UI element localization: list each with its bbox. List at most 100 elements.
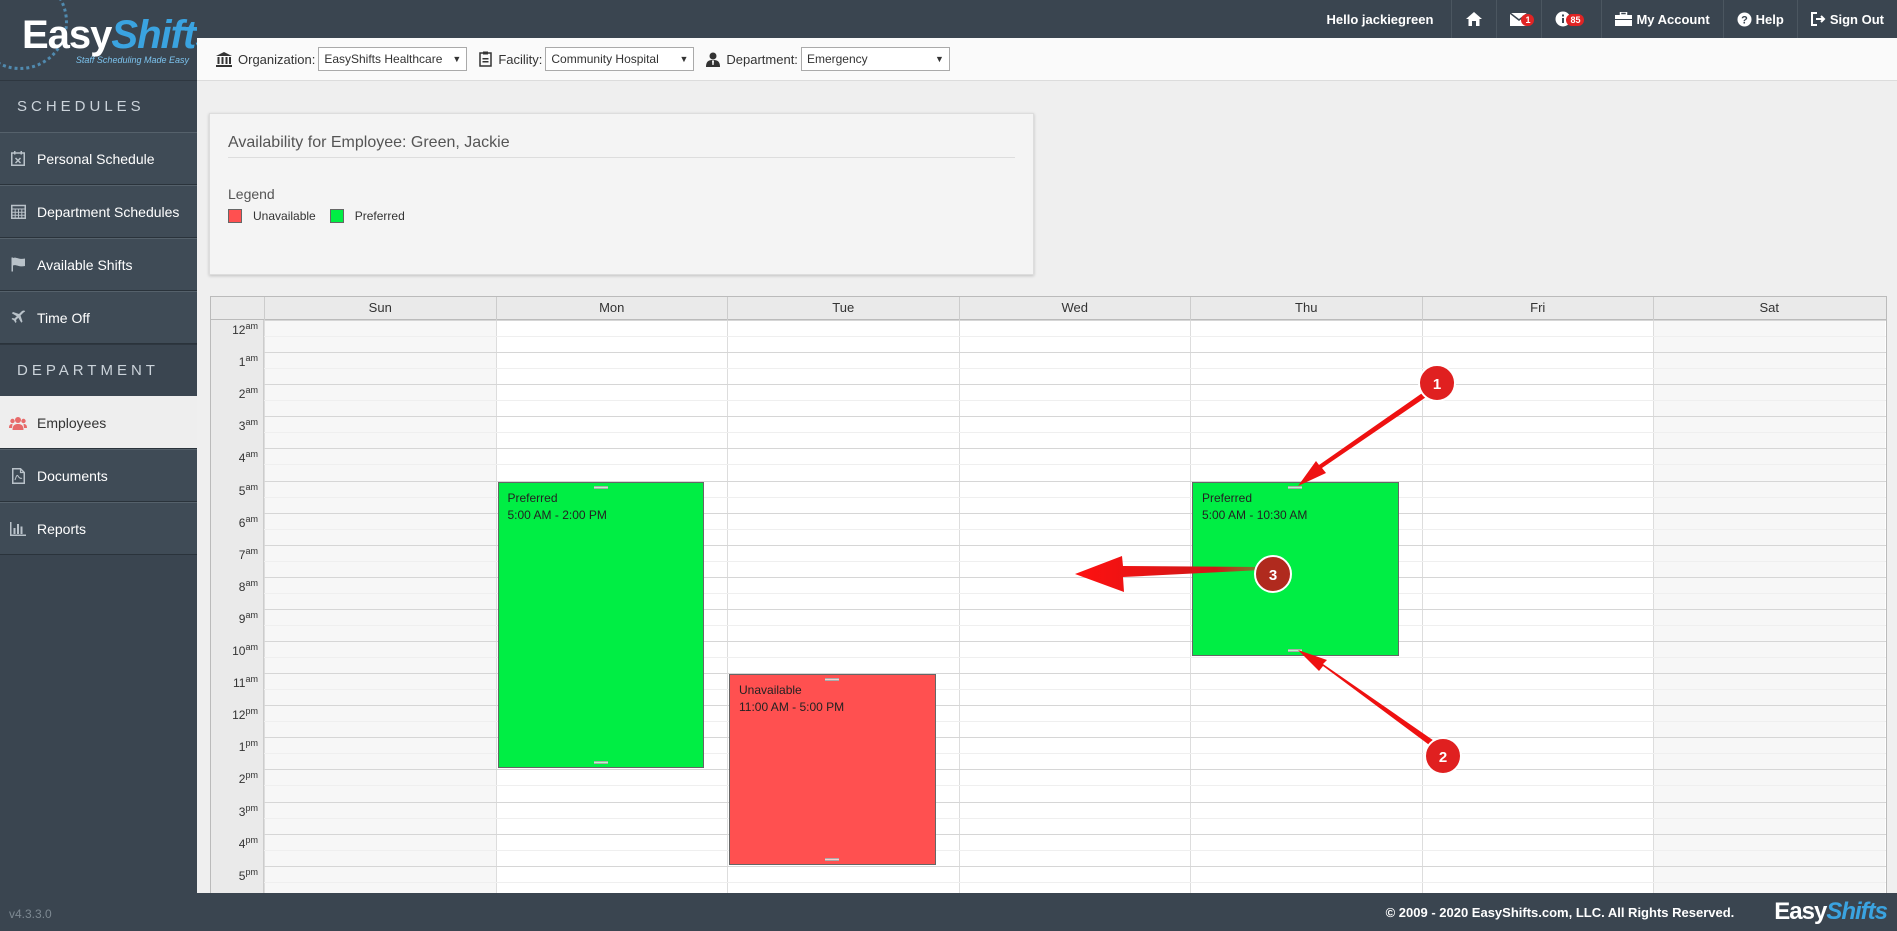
day-header-wed: Wed xyxy=(958,297,1191,320)
brand-logo[interactable]: EasyShifts Staff Scheduling Made Easy xyxy=(0,0,197,80)
organization-label: Organization: xyxy=(238,51,316,67)
help-link[interactable]: ? Help xyxy=(1722,0,1797,38)
sign-out-link[interactable]: Sign Out xyxy=(1796,0,1897,38)
day-column-sat[interactable] xyxy=(1653,320,1885,895)
resize-handle-top[interactable] xyxy=(593,485,608,489)
sidebar-item-employees[interactable]: Employees xyxy=(0,396,197,449)
users-icon xyxy=(8,413,28,433)
resize-handle-bottom[interactable] xyxy=(1288,649,1303,653)
organization-select[interactable]: EasyShifts Healthcare ▼ xyxy=(318,47,468,71)
half-hour-gridline xyxy=(264,464,1886,466)
day-header-sun: Sun xyxy=(264,297,496,320)
messages-button[interactable]: 1 xyxy=(1496,0,1541,38)
user-tie-icon xyxy=(706,52,721,67)
hour-number: 11 xyxy=(233,676,246,691)
sidebar-item-available-shifts[interactable]: Available Shifts xyxy=(0,238,197,291)
mail-badge: 1 xyxy=(1521,14,1535,26)
hour-period: pm xyxy=(245,738,258,749)
hour-period: am xyxy=(245,417,258,428)
hour-period: pm xyxy=(245,834,258,845)
half-hour-gridline xyxy=(264,432,1886,434)
department-filter: Department: Emergency ▼ xyxy=(706,47,950,71)
plane-icon xyxy=(8,308,28,328)
department-select[interactable]: Emergency ▼ xyxy=(800,47,950,71)
day-column-sun[interactable] xyxy=(264,320,496,895)
institution-icon xyxy=(216,51,232,67)
sidebar-item-time-off[interactable]: Time Off xyxy=(0,291,197,344)
hour-label: 8am xyxy=(239,578,258,594)
day-header-thu: Thu xyxy=(1190,297,1422,320)
day-column-fri[interactable] xyxy=(1421,320,1654,895)
legend-label: Preferred xyxy=(354,209,405,223)
hour-label: 6am xyxy=(239,514,258,530)
my-account-label: My Account xyxy=(1636,11,1710,27)
panel-title: Availability for Employee: Green, Jackie xyxy=(228,134,1015,158)
footer-logo-shifts: Shifts xyxy=(1826,898,1888,925)
hour-gridline xyxy=(264,320,1886,321)
sidebar-item-label: Available Shifts xyxy=(37,256,133,273)
resize-handle-bottom[interactable] xyxy=(825,857,840,861)
resize-handle-top[interactable] xyxy=(825,678,840,682)
hour-gridline xyxy=(264,801,1886,803)
hour-label: 12am xyxy=(232,321,258,337)
sidebar-item-label: Reports xyxy=(37,520,87,537)
hour-gridline xyxy=(264,865,1886,867)
my-account-link[interactable]: My Account xyxy=(1601,0,1722,38)
resize-handle-top[interactable] xyxy=(1288,485,1303,489)
hour-period: am xyxy=(245,385,258,396)
half-hour-gridline xyxy=(264,881,1886,883)
notifications-button[interactable]: 85 xyxy=(1541,0,1601,38)
hour-label: 12pm xyxy=(232,706,258,722)
home-icon xyxy=(1466,12,1483,26)
hour-period: am xyxy=(245,481,258,492)
sign-out-label: Sign Out xyxy=(1829,11,1884,27)
availability-event-preferred[interactable]: Preferred 5:00 AM - 10:30 AM xyxy=(1192,481,1399,657)
hour-period: am xyxy=(245,353,258,364)
sidebar-section-title: SCHEDULES xyxy=(0,80,197,132)
sidebar-item-reports[interactable]: Reports xyxy=(0,502,197,555)
question-icon: ? xyxy=(1737,12,1752,26)
sidebar-nav: SCHEDULES Personal Schedule Department Sch… xyxy=(0,80,197,555)
hour-label: 11am xyxy=(233,674,258,690)
svg-text:?: ? xyxy=(1741,14,1748,26)
legend-label: Unavailable xyxy=(253,209,316,223)
chevron-down-icon: ▼ xyxy=(452,54,462,64)
legend-title: Legend xyxy=(228,186,275,202)
logo-shifts: Shifts xyxy=(111,13,197,57)
hour-gridline xyxy=(264,384,1886,386)
sidebar-item-documents[interactable]: Documents xyxy=(0,449,197,502)
hour-label: 4pm xyxy=(239,835,258,851)
hour-label: 2pm xyxy=(239,770,258,786)
department-value: Emergency xyxy=(806,52,868,66)
hour-period: am xyxy=(245,545,258,556)
help-label: Help xyxy=(1755,11,1784,27)
half-hour-gridline xyxy=(264,400,1886,402)
availability-event-unavailable[interactable]: Unavailable 11:00 AM - 5:00 PM xyxy=(729,674,936,865)
footer-logo[interactable]: EasyShifts xyxy=(1774,898,1888,926)
home-button[interactable] xyxy=(1451,0,1496,38)
sidebar-item-personal-schedule[interactable]: Personal Schedule xyxy=(0,132,197,185)
hour-label: 5am xyxy=(239,482,258,498)
logo-wordmark: EasyShifts xyxy=(22,15,197,55)
sidebar-item-label: Personal Schedule xyxy=(37,150,155,167)
availability-event-preferred[interactable]: Preferred 5:00 AM - 2:00 PM xyxy=(497,481,704,769)
sidebar-item-label: Employees xyxy=(37,414,107,431)
hour-label: 4am xyxy=(239,449,258,465)
time-gutter: 12am 1am 2am 3am 4am 5am 6am 7am 8am 9am 10am 11am 1… xyxy=(211,320,264,895)
half-hour-gridline xyxy=(264,368,1886,370)
hour-period: pm xyxy=(245,866,258,877)
day-column-wed[interactable] xyxy=(958,320,1191,895)
hour-label: 2am xyxy=(239,385,258,401)
footer-logo-easy: Easy xyxy=(1774,898,1827,925)
facility-value: Community Hospital xyxy=(551,52,659,66)
logo-easy: Easy xyxy=(22,13,112,57)
facility-select[interactable]: Community Hospital ▼ xyxy=(545,47,695,71)
hour-gridline xyxy=(264,833,1886,835)
hour-gridline xyxy=(264,769,1886,771)
resize-handle-bottom[interactable] xyxy=(593,761,608,765)
half-hour-gridline xyxy=(264,817,1886,819)
organization-filter: Organization: EasyShifts Healthcare ▼ xyxy=(216,47,468,71)
sidebar-item-department-schedules[interactable]: Department Schedules xyxy=(0,185,197,238)
facility-filter: Facility: Community Hospital ▼ xyxy=(479,47,695,71)
half-hour-gridline xyxy=(264,849,1886,851)
